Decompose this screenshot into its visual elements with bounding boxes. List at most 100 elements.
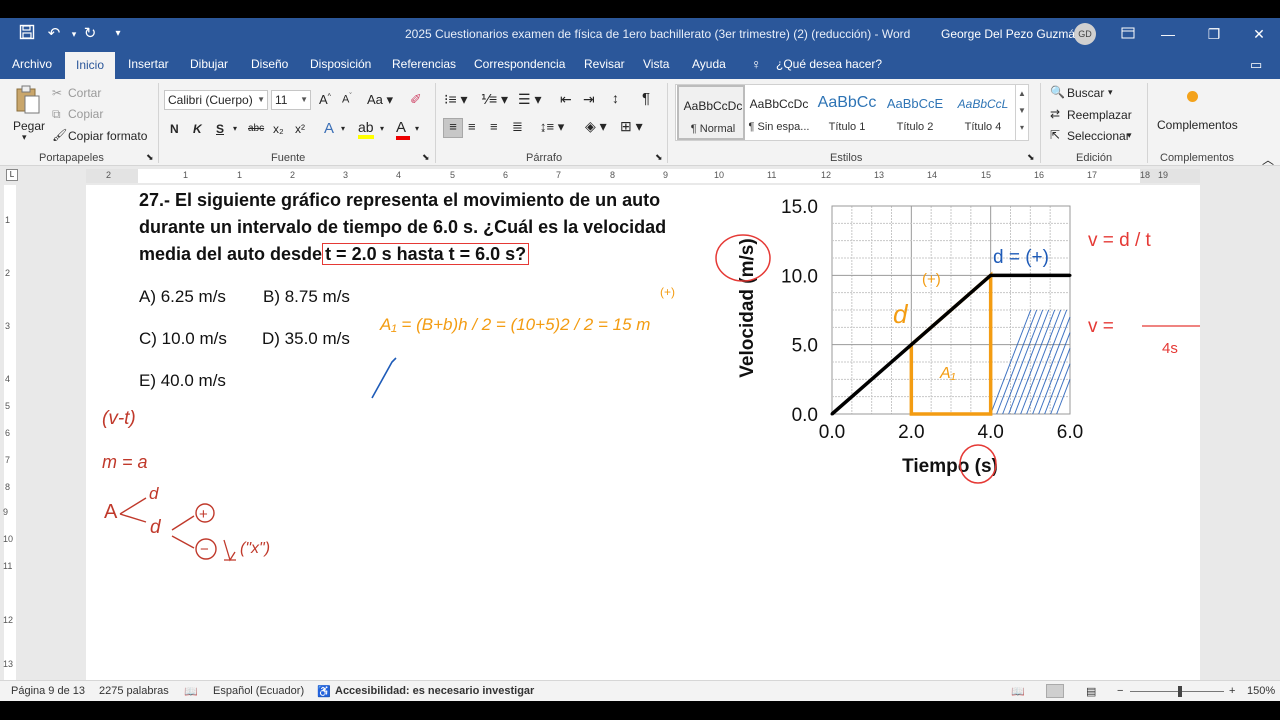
web-layout-icon[interactable]: ▤ bbox=[1086, 685, 1096, 698]
font-color-dropdown-icon[interactable]: ▾ bbox=[415, 124, 419, 133]
paste-button[interactable]: Pegar bbox=[13, 119, 45, 133]
cut-button[interactable]: Cortar bbox=[68, 86, 101, 100]
tab-archivo[interactable]: Archivo bbox=[12, 50, 52, 79]
find-dropdown-icon[interactable]: ▾ bbox=[1108, 87, 1113, 98]
bullets-icon[interactable]: ⁝≡ ▾ bbox=[444, 91, 468, 108]
decrease-indent-icon[interactable]: ⇤ bbox=[560, 91, 572, 108]
shading-icon[interactable]: ◈ ▾ bbox=[585, 118, 607, 135]
italic-button[interactable]: K bbox=[193, 122, 202, 136]
avatar[interactable]: GD bbox=[1074, 23, 1096, 45]
multilevel-list-icon[interactable]: ☰ ▾ bbox=[518, 91, 541, 108]
redo-icon[interactable]: ↻ bbox=[80, 24, 100, 44]
styles-scroll[interactable]: ▲ ▼ ▾ bbox=[1015, 85, 1028, 140]
text-effects-dropdown-icon[interactable]: ▾ bbox=[341, 124, 345, 133]
tab-correspondencia[interactable]: Correspondencia bbox=[474, 50, 565, 79]
highlight-dropdown-icon[interactable]: ▾ bbox=[380, 124, 384, 133]
lightbulb-icon[interactable]: ♀ bbox=[751, 50, 762, 79]
numbering-icon[interactable]: ⅟≡ ▾ bbox=[481, 91, 508, 108]
sort-icon[interactable]: ↕ bbox=[612, 90, 619, 106]
tab-insertar[interactable]: Insertar bbox=[128, 50, 169, 79]
show-marks-icon[interactable]: ¶ bbox=[642, 90, 650, 107]
underline-button[interactable]: S bbox=[216, 122, 224, 136]
clipboard-launcher-icon[interactable]: ⬊ bbox=[146, 152, 154, 163]
align-right-icon[interactable]: ≡ bbox=[490, 119, 498, 134]
tab-revisar[interactable]: Revisar bbox=[584, 50, 625, 79]
font-size-combo[interactable]: 11 ▼ bbox=[271, 90, 311, 110]
comments-icon[interactable]: ▭ bbox=[1250, 50, 1262, 79]
zoom-out-icon[interactable]: − bbox=[1117, 685, 1123, 697]
horizontal-ruler[interactable]: 2 1 1 2 3 4 5 6 7 8 9 10 11 12 13 14 15 … bbox=[86, 169, 1200, 183]
style-heading-4[interactable]: AaBbCcL Título 4 bbox=[949, 85, 1017, 140]
font-launcher-icon[interactable]: ⬊ bbox=[422, 152, 430, 163]
copy-button[interactable]: Copiar bbox=[68, 107, 103, 121]
strikethrough-button[interactable]: abc bbox=[248, 123, 264, 134]
style-heading-2[interactable]: AaBbCcE Título 2 bbox=[881, 85, 949, 140]
minimize-button[interactable]: — bbox=[1145, 18, 1191, 50]
format-painter-button[interactable]: Copiar formato bbox=[68, 129, 147, 143]
zoom-slider-thumb[interactable] bbox=[1178, 686, 1182, 697]
style-no-spacing[interactable]: AaBbCcDc ¶ Sin espa... bbox=[745, 85, 813, 140]
page-count[interactable]: Página 9 de 13 bbox=[11, 685, 85, 697]
clear-format-icon[interactable]: ✐ bbox=[410, 91, 422, 108]
paragraph-launcher-icon[interactable]: ⬊ bbox=[655, 152, 663, 163]
user-name[interactable]: George Del Pezo Guzmán bbox=[941, 27, 1082, 41]
tab-diseno[interactable]: Diseño bbox=[251, 50, 288, 79]
select-icon[interactable]: ⇱ bbox=[1050, 128, 1060, 142]
save-icon[interactable] bbox=[17, 24, 37, 44]
tab-inicio[interactable]: Inicio bbox=[65, 52, 116, 79]
zoom-level[interactable]: 150% bbox=[1247, 685, 1275, 697]
borders-icon[interactable]: ⊞ ▾ bbox=[620, 118, 643, 135]
font-color-icon[interactable]: A bbox=[396, 119, 410, 140]
copy-icon[interactable]: ⧉ bbox=[52, 107, 61, 122]
tab-selector[interactable]: L bbox=[6, 169, 18, 181]
accessibility-status[interactable]: Accesibilidad: es necesario investigar bbox=[335, 685, 534, 697]
restore-button[interactable]: ❐ bbox=[1191, 18, 1237, 50]
text-effects-icon[interactable]: A bbox=[324, 120, 334, 137]
tab-disposicion[interactable]: Disposición bbox=[310, 50, 371, 79]
accessibility-icon[interactable]: ♿ bbox=[317, 685, 331, 698]
addins-button[interactable]: Complementos bbox=[1157, 118, 1238, 132]
replace-icon[interactable]: ⇄ bbox=[1050, 107, 1060, 121]
styles-launcher-icon[interactable]: ⬊ bbox=[1027, 152, 1035, 163]
underline-dropdown-icon[interactable]: ▾ bbox=[233, 124, 237, 133]
grow-font-icon[interactable]: A^ bbox=[319, 92, 331, 107]
paste-dropdown-icon[interactable]: ▾ bbox=[22, 132, 27, 143]
subscript-button[interactable]: x₂ bbox=[273, 122, 284, 136]
print-layout-icon[interactable] bbox=[1046, 684, 1064, 698]
find-icon[interactable]: 🔍 bbox=[1050, 85, 1065, 99]
align-left-icon[interactable]: ≡ bbox=[443, 118, 463, 138]
increase-indent-icon[interactable]: ⇥ bbox=[583, 91, 595, 108]
addins-icon[interactable] bbox=[1187, 91, 1198, 102]
undo-icon[interactable]: ↶ bbox=[44, 24, 64, 44]
format-painter-icon[interactable]: 🖌 bbox=[52, 128, 67, 142]
style-heading-1[interactable]: AaBbCc Título 1 bbox=[813, 85, 881, 140]
font-name-combo[interactable]: Calibri (Cuerpo) ▼ bbox=[164, 90, 268, 110]
align-center-icon[interactable]: ≡ bbox=[468, 119, 476, 134]
language[interactable]: Español (Ecuador) bbox=[213, 685, 304, 697]
proofing-icon[interactable]: 📖 bbox=[184, 685, 198, 698]
tab-dibujar[interactable]: Dibujar bbox=[190, 50, 228, 79]
bold-button[interactable]: N bbox=[170, 122, 179, 136]
close-button[interactable]: ✕ bbox=[1236, 18, 1280, 50]
zoom-in-icon[interactable]: + bbox=[1229, 685, 1235, 697]
read-mode-icon[interactable]: 📖 bbox=[1011, 685, 1025, 698]
tab-vista[interactable]: Vista bbox=[643, 50, 669, 79]
select-dropdown-icon[interactable]: ▾ bbox=[1127, 130, 1132, 141]
tell-me-search[interactable]: ¿Qué desea hacer? bbox=[776, 50, 882, 79]
style-normal[interactable]: AaBbCcDc ¶ Normal bbox=[677, 85, 745, 140]
replace-button[interactable]: Reemplazar bbox=[1067, 108, 1132, 122]
word-count[interactable]: 2275 palabras bbox=[99, 685, 169, 697]
shrink-font-icon[interactable]: Aˇ bbox=[342, 93, 352, 106]
highlight-color-icon[interactable]: ab bbox=[358, 119, 374, 139]
zoom-slider[interactable] bbox=[1130, 691, 1224, 692]
tab-referencias[interactable]: Referencias bbox=[392, 50, 456, 79]
line-spacing-icon[interactable]: ↨≡ ▾ bbox=[540, 119, 564, 135]
paste-icon[interactable] bbox=[14, 85, 42, 115]
superscript-button[interactable]: x² bbox=[295, 122, 305, 136]
find-button[interactable]: Buscar bbox=[1067, 86, 1104, 100]
cut-icon[interactable]: ✂ bbox=[52, 86, 62, 100]
customize-toolbar-icon[interactable]: ▾ bbox=[108, 24, 128, 44]
vertical-ruler[interactable]: 1 2 3 4 5 6 7 8 9 10 11 12 13 bbox=[0, 185, 20, 680]
change-case-icon[interactable]: Aa ▾ bbox=[367, 92, 393, 108]
tab-ayuda[interactable]: Ayuda bbox=[692, 50, 726, 79]
